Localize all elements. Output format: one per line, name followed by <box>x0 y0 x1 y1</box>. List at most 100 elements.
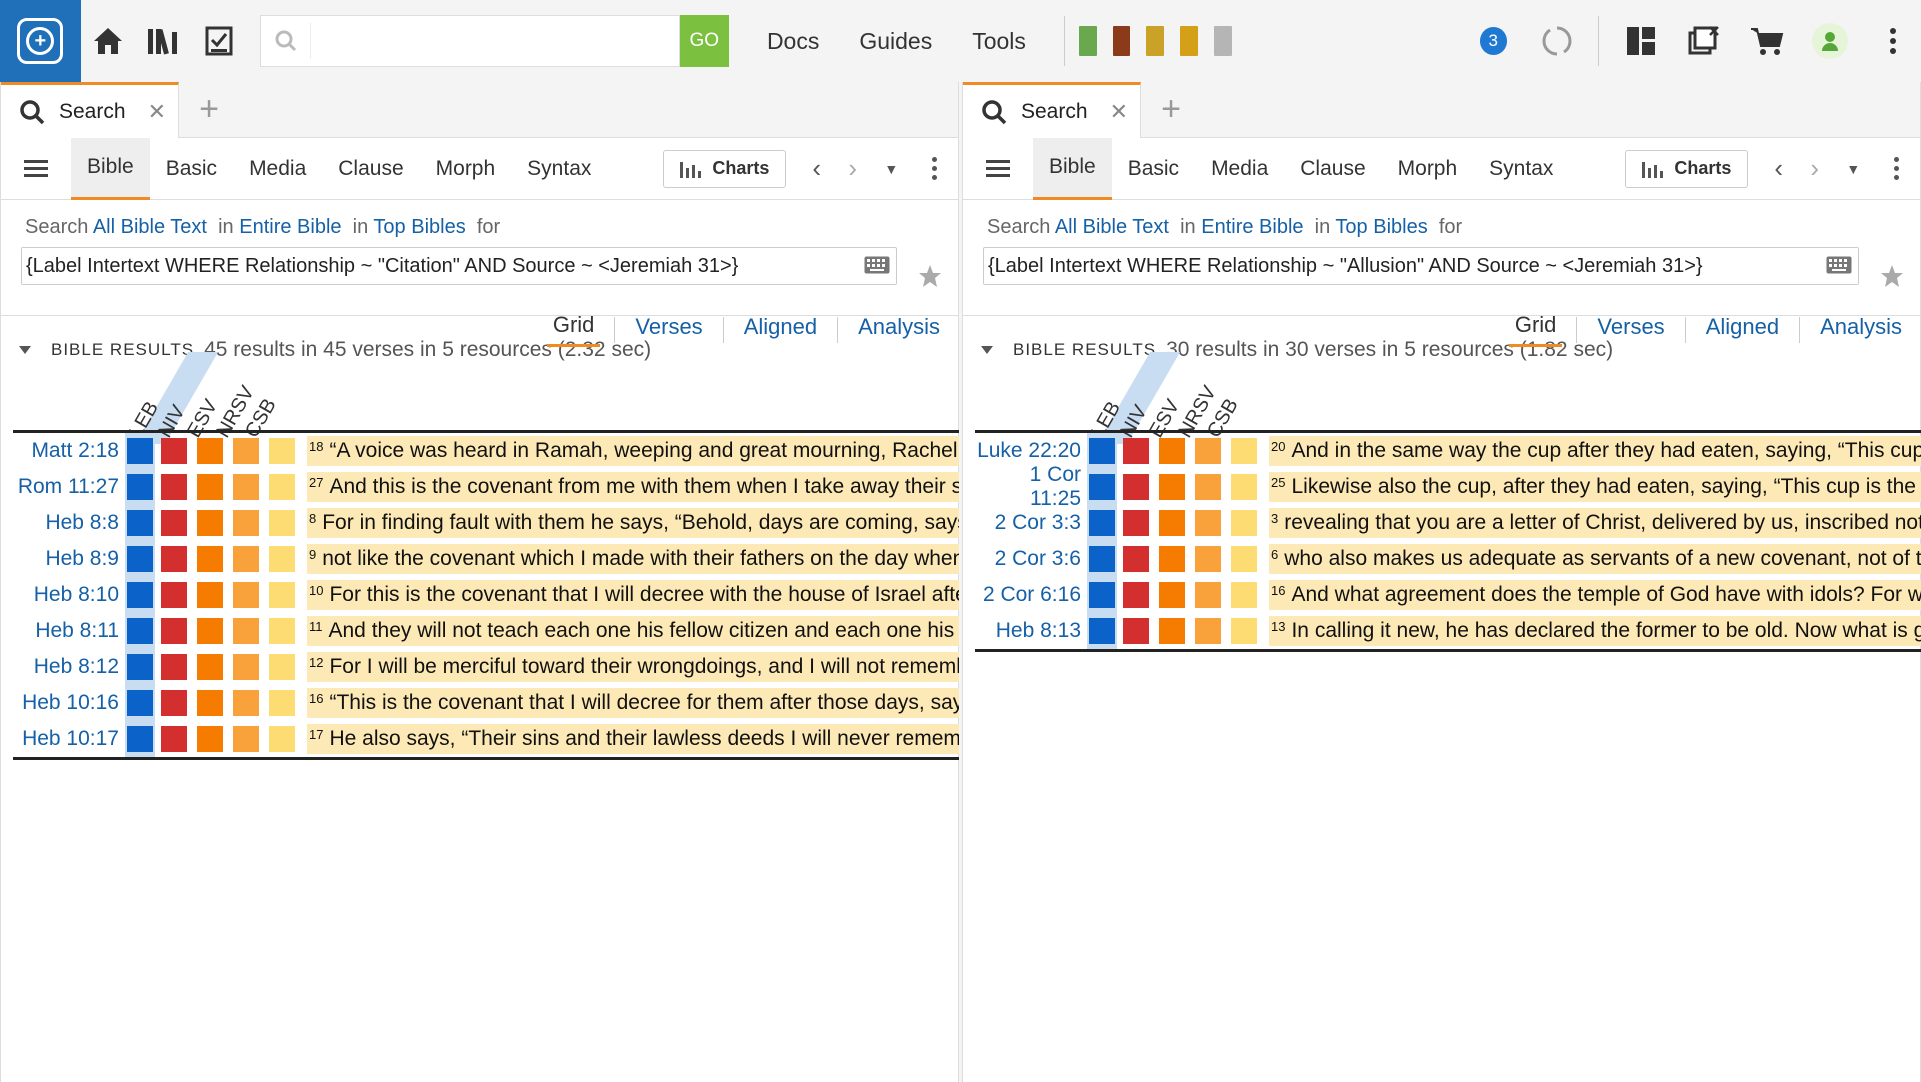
collection-link[interactable]: Top Bibles <box>1335 216 1427 238</box>
verse-text[interactable]: 13 In calling it new, he has declared the… <box>1269 616 1921 646</box>
hit-cell-esv[interactable] <box>197 690 223 716</box>
more-menu-icon[interactable] <box>1866 0 1921 82</box>
recent-book-4[interactable] <box>1180 26 1198 56</box>
sync-icon[interactable] <box>1529 0 1584 82</box>
hit-cell-leb[interactable] <box>127 618 153 644</box>
hit-cell-esv[interactable] <box>197 546 223 572</box>
hit-cell-esv[interactable] <box>197 654 223 680</box>
favorite-star-icon[interactable] <box>918 264 942 293</box>
hit-cell-nrsv[interactable] <box>233 438 259 464</box>
hit-cell-leb[interactable] <box>1089 582 1115 608</box>
result-row[interactable]: Heb 10:16 16 “This is the covenant that I … <box>13 685 959 721</box>
hit-cell-csb[interactable] <box>269 438 295 464</box>
hit-cell-niv[interactable] <box>161 654 187 680</box>
collection-link[interactable]: Top Bibles <box>373 216 465 238</box>
result-row[interactable]: 1 Cor 11:25 25 Likewise also the cup, afte… <box>975 463 1921 510</box>
charts-button[interactable]: Charts <box>1625 149 1749 188</box>
close-tab-icon[interactable]: ✕ <box>1110 99 1128 125</box>
go-button[interactable]: GO <box>679 15 729 67</box>
tab-search[interactable]: Search ✕ <box>1 82 179 138</box>
menu-docs[interactable]: Docs <box>767 28 819 55</box>
hit-cell-csb[interactable] <box>269 690 295 716</box>
tab-syntax[interactable]: Syntax <box>1473 138 1569 200</box>
hit-cell-niv[interactable] <box>161 546 187 572</box>
tab-clause[interactable]: Clause <box>322 138 419 200</box>
cart-icon[interactable] <box>1739 0 1794 82</box>
hit-cell-esv[interactable] <box>197 582 223 608</box>
verse-reference-link[interactable]: 2 Cor 3:3 <box>975 511 1089 535</box>
verse-reference-link[interactable]: Heb 8:9 <box>13 547 127 571</box>
keyboard-icon[interactable] <box>1826 256 1852 280</box>
hit-cell-nrsv[interactable] <box>233 510 259 536</box>
hit-cell-nrsv[interactable] <box>1195 582 1221 608</box>
hit-cell-niv[interactable] <box>1123 474 1149 500</box>
verse-text[interactable]: 18 “A voice was heard in Ramah, weeping a… <box>307 436 959 466</box>
hit-cell-nrsv[interactable] <box>1195 438 1221 464</box>
hit-cell-niv[interactable] <box>1123 582 1149 608</box>
verse-text[interactable]: 27 And this is the covenant from me with … <box>307 472 959 502</box>
result-row[interactable]: 2 Cor 6:16 16 And what agreement does the … <box>975 577 1921 613</box>
hit-cell-leb[interactable] <box>1089 618 1115 644</box>
hit-cell-nrsv[interactable] <box>233 654 259 680</box>
history-dropdown-icon[interactable]: ▼ <box>884 161 898 177</box>
user-avatar-icon[interactable] <box>1803 0 1858 82</box>
back-arrow-icon[interactable]: ‹ <box>1774 153 1788 184</box>
hit-cell-niv[interactable] <box>161 510 187 536</box>
hit-cell-esv[interactable] <box>1159 546 1185 572</box>
hit-cell-csb[interactable] <box>1231 546 1257 572</box>
tab-media[interactable]: Media <box>233 138 322 200</box>
collapse-triangle-icon[interactable] <box>981 346 993 354</box>
result-row[interactable]: Heb 8:8 8 For in finding fault with them h… <box>13 505 959 541</box>
hit-cell-niv[interactable] <box>1123 618 1149 644</box>
result-row[interactable]: Heb 8:10 10 For this is the covenant that … <box>13 577 959 613</box>
hit-cell-leb[interactable] <box>1089 510 1115 536</box>
verse-reference-link[interactable]: Luke 22:20 <box>975 439 1089 463</box>
forward-arrow-icon[interactable]: › <box>1810 153 1824 184</box>
hit-cell-niv[interactable] <box>161 582 187 608</box>
range-link[interactable]: Entire Bible <box>1201 216 1303 238</box>
tab-syntax[interactable]: Syntax <box>511 138 607 200</box>
result-row[interactable]: 2 Cor 3:3 3 revealing that you are a lette… <box>975 505 1921 541</box>
hit-cell-leb[interactable] <box>1089 546 1115 572</box>
verse-reference-link[interactable]: Heb 8:11 <box>13 619 127 643</box>
hit-cell-niv[interactable] <box>161 618 187 644</box>
result-row[interactable]: 2 Cor 3:6 6 who also makes us adequate as … <box>975 541 1921 577</box>
recent-book-1[interactable] <box>1078 26 1097 56</box>
panel-menu-icon[interactable] <box>1894 155 1900 182</box>
scope-link[interactable]: All Bible Text <box>93 216 207 238</box>
hit-cell-nrsv[interactable] <box>1195 474 1221 500</box>
hit-cell-leb[interactable] <box>1089 438 1115 464</box>
menu-guides[interactable]: Guides <box>859 28 932 55</box>
view-tab-verses[interactable]: Verses <box>1591 314 1670 346</box>
view-tab-grid[interactable]: Grid <box>1508 312 1563 347</box>
hit-cell-csb[interactable] <box>1231 582 1257 608</box>
hit-cell-nrsv[interactable] <box>1195 546 1221 572</box>
documents-checklist-icon[interactable] <box>191 0 246 82</box>
verse-reference-link[interactable]: 1 Cor 11:25 <box>975 463 1089 511</box>
home-icon[interactable] <box>81 0 136 82</box>
result-row[interactable]: Heb 10:17 17 He also says, “Their sins and… <box>13 721 959 757</box>
verse-reference-link[interactable]: Heb 8:13 <box>975 619 1089 643</box>
hit-cell-leb[interactable] <box>127 690 153 716</box>
layouts-icon[interactable] <box>1613 0 1668 82</box>
hit-cell-niv[interactable] <box>1123 546 1149 572</box>
hit-cell-niv[interactable] <box>1123 438 1149 464</box>
collapse-triangle-icon[interactable] <box>19 346 31 354</box>
query-input[interactable]: {Label Intertext WHERE Relationship ~ "A… <box>983 247 1859 285</box>
verse-text[interactable]: 25 Likewise also the cup, after they had … <box>1269 472 1921 502</box>
result-row[interactable]: Heb 8:12 12 For I will be merciful toward … <box>13 649 959 685</box>
query-input[interactable]: {Label Intertext WHERE Relationship ~ "C… <box>21 247 897 285</box>
hit-cell-nrsv[interactable] <box>233 690 259 716</box>
hit-cell-esv[interactable] <box>197 474 223 500</box>
verse-reference-link[interactable]: 2 Cor 6:16 <box>975 583 1089 607</box>
hit-cell-leb[interactable] <box>127 654 153 680</box>
tab-bible[interactable]: Bible <box>71 137 150 200</box>
hit-cell-csb[interactable] <box>1231 618 1257 644</box>
scope-link[interactable]: All Bible Text <box>1055 216 1169 238</box>
hit-cell-nrsv[interactable] <box>1195 618 1221 644</box>
verse-reference-link[interactable]: Heb 8:8 <box>13 511 127 535</box>
charts-button[interactable]: Charts <box>663 149 787 188</box>
hit-cell-nrsv[interactable] <box>233 546 259 572</box>
hit-cell-niv[interactable] <box>161 438 187 464</box>
range-link[interactable]: Entire Bible <box>239 216 341 238</box>
